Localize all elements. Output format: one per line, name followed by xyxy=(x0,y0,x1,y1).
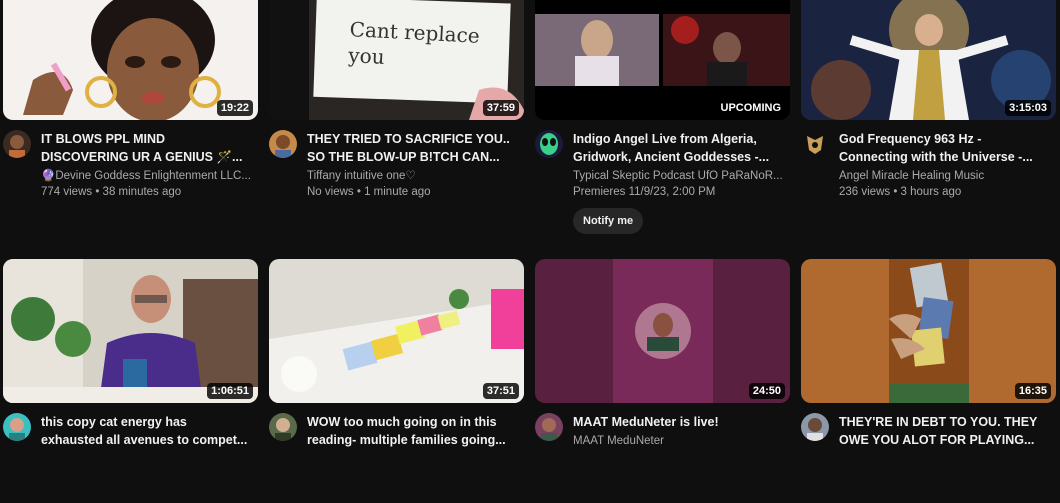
video-meta: THEY TRIED TO SACRIFICE YOU.. SO THE BLO… xyxy=(269,130,524,220)
upcoming-badge: UPCOMING xyxy=(716,100,785,116)
thumbnail-image xyxy=(269,259,524,403)
notify-me-button[interactable]: Notify me xyxy=(573,208,644,234)
video-thumbnail[interactable]: 3:15:03 xyxy=(801,0,1056,120)
video-card[interactable]: UPCOMING Indigo Angel Live from Algeria,… xyxy=(535,0,790,234)
video-card[interactable]: 3:15:03 God Frequency 963 Hz - Connectin… xyxy=(801,0,1056,220)
channel-avatar[interactable] xyxy=(535,413,563,441)
channel-avatar[interactable] xyxy=(801,413,829,441)
video-meta: THEY'RE IN DEBT TO YOU. THEY OWE YOU ALO… xyxy=(801,413,1056,503)
video-thumbnail[interactable]: 24:50 xyxy=(535,259,790,403)
video-thumbnail[interactable]: Cant replace you 37:59 xyxy=(269,0,524,120)
premiere-date: Premieres 11/9/23, 2:00 PM xyxy=(573,186,716,198)
channel-avatar[interactable] xyxy=(535,130,563,158)
video-title[interactable]: THEY TRIED TO SACRIFICE YOU.. SO THE BLO… xyxy=(307,130,517,166)
channel-name[interactable]: Angel Miracle Healing Music xyxy=(839,168,1054,184)
duration-badge: 37:51 xyxy=(482,383,519,399)
channel-avatar[interactable] xyxy=(801,130,829,158)
video-card[interactable]: 37:51 WOW too much going on in this read… xyxy=(269,259,524,503)
video-thumbnail[interactable]: 1:06:51 xyxy=(3,259,258,403)
duration-badge: 19:22 xyxy=(216,100,253,116)
video-grid: 19:22 IT BLOWS PPL MIND DISCOVERING UR A… xyxy=(0,0,1060,447)
video-title[interactable]: God Frequency 963 Hz - Connecting with t… xyxy=(839,130,1049,166)
video-meta: WOW too much going on in this reading- m… xyxy=(269,413,524,503)
video-card[interactable]: 1:06:51 this copy cat energy has exhaust… xyxy=(3,259,258,503)
channel-name[interactable]: MAAT MeduNeter xyxy=(573,433,788,449)
video-stats: No views • 1 minute ago xyxy=(307,186,431,198)
thumbnail-image xyxy=(3,259,258,403)
duration-badge: 16:35 xyxy=(1014,383,1051,399)
video-title[interactable]: Indigo Angel Live from Algeria, Gridwork… xyxy=(573,130,783,166)
duration-badge: 1:06:51 xyxy=(207,383,253,399)
duration-badge: 37:59 xyxy=(482,100,519,116)
video-meta: IT BLOWS PPL MIND DISCOVERING UR A GENIU… xyxy=(3,130,258,220)
thumbnail-image xyxy=(535,259,790,403)
channel-avatar[interactable] xyxy=(269,130,297,158)
channel-name[interactable]: Typical Skeptic Podcast UfO PaRaNoR... xyxy=(573,168,788,184)
video-title[interactable]: IT BLOWS PPL MIND DISCOVERING UR A GENIU… xyxy=(41,130,251,166)
channel-name[interactable]: Tiffany intuitive one♡ xyxy=(307,168,522,184)
thumbnail-image xyxy=(801,259,1056,403)
duration-badge: 3:15:03 xyxy=(1005,100,1051,116)
channel-name[interactable]: 🔮Devine Goddess Enlightenment LLC... xyxy=(41,168,256,184)
video-card[interactable]: 24:50 MAAT MeduNeter is live! MAAT MeduN… xyxy=(535,259,790,503)
channel-avatar[interactable] xyxy=(269,413,297,441)
video-thumbnail[interactable]: 19:22 xyxy=(3,0,258,120)
duration-badge: 24:50 xyxy=(748,383,785,399)
video-meta: this copy cat energy has exhausted all a… xyxy=(3,413,258,503)
video-card[interactable]: 16:35 THEY'RE IN DEBT TO YOU. THEY OWE Y… xyxy=(801,259,1056,503)
channel-avatar[interactable] xyxy=(3,413,31,441)
video-meta: Indigo Angel Live from Algeria, Gridwork… xyxy=(535,130,790,234)
video-thumbnail[interactable]: UPCOMING xyxy=(535,0,790,120)
video-meta: God Frequency 963 Hz - Connecting with t… xyxy=(801,130,1056,220)
video-thumbnail[interactable]: 16:35 xyxy=(801,259,1056,403)
video-card[interactable]: Cant replace you 37:59 THEY TRIED TO SAC… xyxy=(269,0,524,220)
video-meta: MAAT MeduNeter is live! MAAT MeduNeter xyxy=(535,413,790,503)
video-thumbnail[interactable]: 37:51 xyxy=(269,259,524,403)
thumbnail-handwriting: Cant replace you xyxy=(347,17,481,69)
video-stats: 774 views • 38 minutes ago xyxy=(41,186,182,198)
video-stats: 236 views • 3 hours ago xyxy=(839,186,962,198)
channel-avatar[interactable] xyxy=(3,130,31,158)
video-card[interactable]: 19:22 IT BLOWS PPL MIND DISCOVERING UR A… xyxy=(3,0,258,220)
video-title[interactable]: MAAT MeduNeter is live! xyxy=(573,413,783,431)
